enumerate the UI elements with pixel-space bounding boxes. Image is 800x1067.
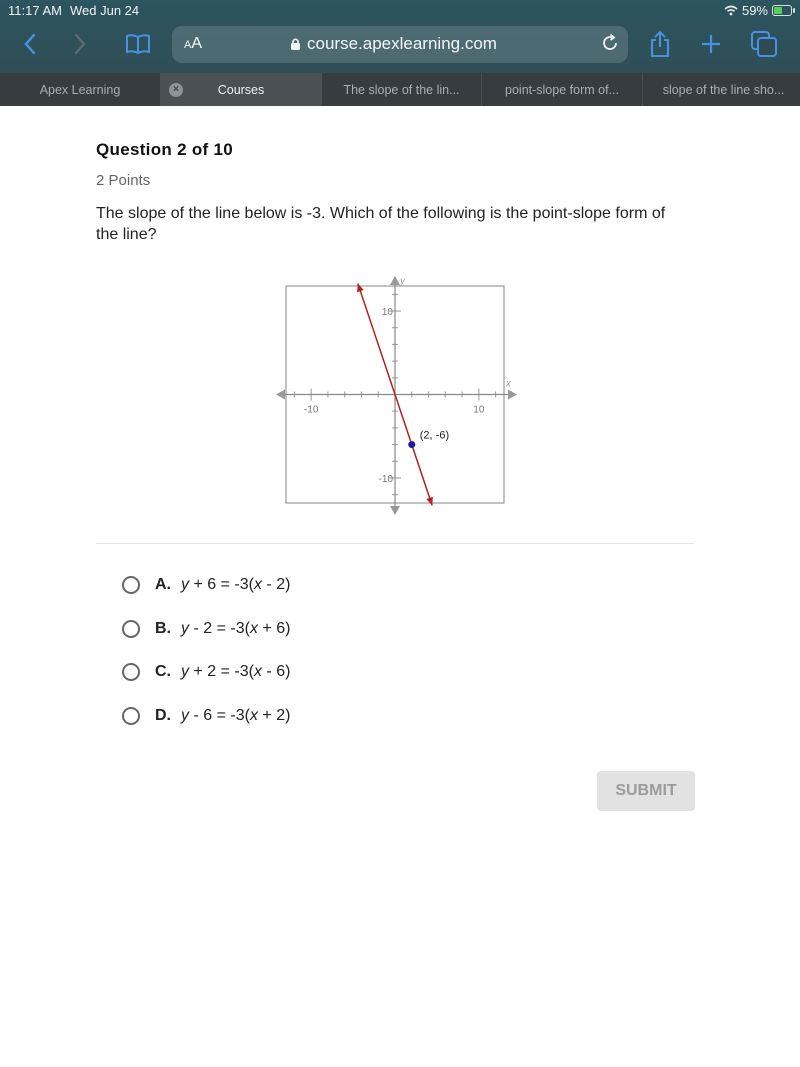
wifi-icon: [724, 5, 738, 16]
bookmarks-button[interactable]: [122, 28, 154, 60]
option-letter: A.: [155, 576, 171, 593]
text-size-button[interactable]: AA: [184, 35, 202, 53]
point-label: (2, -6): [420, 430, 449, 442]
chevron-left-icon: [24, 33, 36, 55]
radio-button[interactable]: [122, 576, 140, 594]
address-bar[interactable]: AA course.apexlearning.com: [172, 26, 628, 63]
tab-courses[interactable]: × Courses: [161, 73, 322, 106]
chevron-right-icon: [74, 33, 86, 55]
question-text: The slope of the line below is -3. Which…: [96, 205, 666, 243]
radio-button[interactable]: [122, 620, 140, 638]
tick-label-x-10: 10: [473, 405, 485, 416]
tab-bar: Apex Learning × Courses The slope of the…: [0, 73, 800, 106]
close-tab-icon[interactable]: ×: [169, 83, 183, 97]
answer-option-a[interactable]: A. y + 6 = -3(x - 2): [122, 573, 290, 597]
forward-button[interactable]: [64, 28, 96, 60]
option-equation: y + 6 = -3(x - 2): [181, 576, 291, 593]
radio-button[interactable]: [122, 707, 140, 725]
option-equation: y - 6 = -3(x + 2): [181, 707, 291, 724]
tab-label: slope of the line sho...: [662, 82, 785, 97]
submit-button[interactable]: SUBMIT: [597, 771, 695, 811]
y-axis-label: y: [399, 276, 406, 287]
option-letter: D.: [155, 707, 171, 724]
status-bar: 11:17 AM Wed Jun 24 59%: [8, 3, 795, 19]
y-axis-arrow-up: [390, 276, 400, 285]
tabs-icon: [751, 31, 777, 57]
y-axis-arrow-down: [390, 506, 400, 515]
tab-label: Apex Learning: [39, 82, 121, 97]
tick-label-y-10: 10: [382, 307, 394, 318]
tab-label: The slope of the lin...: [343, 82, 460, 97]
lock-icon: [291, 38, 300, 50]
battery-fill: [774, 7, 783, 14]
plus-icon: [702, 35, 720, 53]
question-content: Question 2 of 10 2 Points The slope of t…: [96, 140, 696, 245]
tab-label: point-slope form of...: [505, 82, 619, 97]
option-letter: B.: [155, 620, 171, 637]
tick-label-y-neg10: -10: [379, 474, 394, 485]
question-title: Question 2 of 10: [96, 140, 234, 159]
option-equation: y - 2 = -3(x + 6): [181, 620, 291, 637]
share-icon: [651, 30, 669, 57]
tab-slope-of-line[interactable]: The slope of the lin...: [322, 73, 482, 106]
x-axis-label: x: [505, 379, 512, 390]
tab-label: Courses: [217, 82, 265, 97]
divider: [96, 543, 694, 544]
x-axis-arrow-left: [276, 389, 285, 400]
option-letter: C.: [155, 663, 171, 680]
battery-percent: 59%: [741, 3, 768, 18]
status-date: Wed Jun 24: [70, 3, 140, 18]
answer-option-b[interactable]: B. y - 2 = -3(x + 6): [122, 617, 290, 641]
option-equation: y + 2 = -3(x - 6): [181, 663, 291, 680]
radio-button[interactable]: [122, 663, 140, 681]
tab-slope-line-shown[interactable]: slope of the line sho...: [643, 73, 800, 106]
answer-option-c[interactable]: C. y + 2 = -3(x - 6): [122, 660, 290, 684]
coordinate-graph: x y -10 10 10 -10 (2, -6): [276, 276, 517, 515]
question-points: 2 Points: [96, 172, 151, 189]
tab-point-slope-form[interactable]: point-slope form of...: [482, 73, 643, 106]
reload-icon[interactable]: [600, 33, 620, 53]
back-button[interactable]: [14, 28, 46, 60]
new-tab-button[interactable]: [695, 28, 727, 60]
share-button[interactable]: [644, 28, 676, 60]
book-icon: [126, 34, 150, 55]
tick-label-x-neg10: -10: [304, 405, 319, 416]
tab-apex-learning[interactable]: Apex Learning: [0, 73, 161, 106]
answer-option-d[interactable]: D. y - 6 = -3(x + 2): [122, 704, 290, 728]
tabs-overview-button[interactable]: [748, 28, 780, 60]
status-time: 11:17 AM: [8, 3, 62, 18]
url-text: course.apexlearning.com: [307, 34, 497, 53]
browser-chrome: 11:17 AM Wed Jun 24 59% AA course.apexle…: [0, 0, 800, 106]
x-axis-arrow-right: [508, 389, 517, 400]
plotted-point: [408, 441, 416, 449]
battery-icon: [772, 5, 795, 16]
